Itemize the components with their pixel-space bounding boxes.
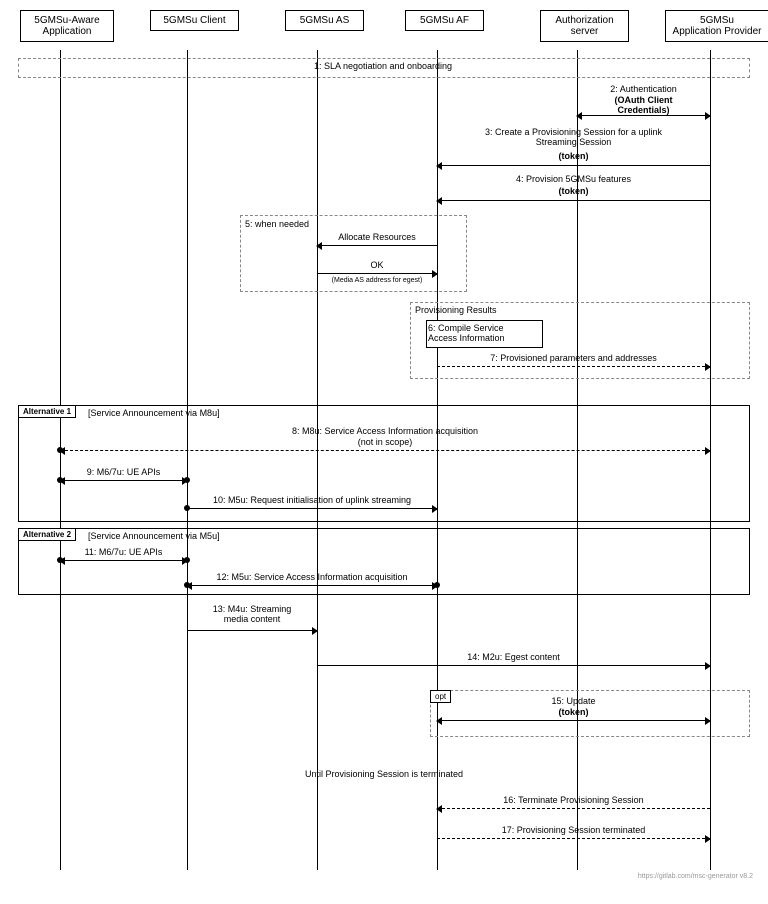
- participant-client: 5GMSu Client: [150, 10, 239, 31]
- step5b-label: OK: [317, 261, 437, 271]
- prov-results-title: Provisioning Results: [415, 306, 535, 316]
- step8-arrow: [60, 450, 710, 452]
- step15-arrow: [437, 720, 710, 722]
- step13-label: 13: M4u: Streamingmedia content: [187, 605, 317, 625]
- participant-app: 5GMSu-AwareApplication: [20, 10, 114, 42]
- dot: [184, 557, 190, 563]
- step16-label: 16: Terminate Provisioning Session: [437, 796, 710, 806]
- step16-arrow: [437, 808, 710, 810]
- dot: [184, 505, 190, 511]
- dot: [184, 477, 190, 483]
- step7-label: 7: Provisioned parameters and addresses: [437, 354, 710, 364]
- sequence-diagram: 5GMSu-AwareApplication 5GMSu Client 5GMS…: [10, 10, 758, 880]
- dot: [57, 557, 63, 563]
- step17-label: 17: Provisioning Session terminated: [437, 826, 710, 836]
- step10-arrow: [187, 508, 437, 510]
- step11-label: 11: M6/7u: UE APIs: [60, 548, 187, 558]
- step2-label2: (OAuth ClientCredentials): [577, 96, 710, 116]
- step5b-arrow: [317, 273, 437, 275]
- step5a-label: Allocate Resources: [317, 233, 437, 243]
- dot: [184, 582, 190, 588]
- participant-as: 5GMSu AS: [285, 10, 364, 31]
- dot: [57, 477, 63, 483]
- step3-label2: (token): [437, 152, 710, 162]
- step4-arrow: [437, 200, 710, 202]
- until-label: Until Provisioning Session is terminated: [110, 770, 658, 780]
- step2-label: 2: Authentication: [577, 85, 710, 95]
- step14-label: 14: M2u: Egest content: [317, 653, 710, 663]
- step3-label: 3: Create a Provisioning Session for a u…: [437, 128, 710, 148]
- step15-label: 15: Update: [437, 697, 710, 707]
- step5-title: 5: when needed: [245, 220, 345, 230]
- step5c-label: (Media AS address for egest): [317, 277, 437, 285]
- step1-label: 1: SLA negotiation and onboarding: [18, 62, 748, 72]
- footer-text: https://gitlab.com/msc-generator v8.2: [638, 873, 753, 880]
- step12-label: 12: M5u: Service Access Information acqu…: [187, 573, 437, 583]
- step3-arrow: [437, 165, 710, 167]
- step9-label: 9: M6/7u: UE APIs: [60, 468, 187, 478]
- alt1-label: Alternative 1: [18, 405, 76, 418]
- step10-label: 10: M5u: Request initialisation of uplin…: [187, 496, 437, 506]
- step8-label2: (not in scope): [60, 438, 710, 448]
- step4-label2: (token): [437, 187, 710, 197]
- step12-arrow: [187, 585, 437, 587]
- step8-label: 8: M8u: Service Access Information acqui…: [60, 427, 710, 437]
- alt2-label: Alternative 2: [18, 528, 76, 541]
- participant-auth: Authorizationserver: [540, 10, 629, 42]
- step7-arrow: [437, 366, 710, 368]
- step15-label2: (token): [437, 708, 710, 718]
- step17-arrow: [437, 838, 710, 840]
- alt2-cond: [Service Announcement via M5u]: [88, 532, 288, 542]
- participant-af: 5GMSu AF: [405, 10, 484, 31]
- step5a-arrow: [317, 245, 437, 247]
- dot: [57, 447, 63, 453]
- dot: [434, 582, 440, 588]
- step4-label: 4: Provision 5GMSu features: [437, 175, 710, 185]
- participant-provider: 5GMSuApplication Provider: [665, 10, 768, 42]
- step9-arrow: [60, 480, 187, 482]
- step13-arrow: [187, 630, 317, 632]
- step6-label: 6: Compile ServiceAccess Information: [428, 324, 539, 344]
- step14-arrow: [317, 665, 710, 667]
- alt1-cond: [Service Announcement via M8u]: [88, 409, 288, 419]
- step11-arrow: [60, 560, 187, 562]
